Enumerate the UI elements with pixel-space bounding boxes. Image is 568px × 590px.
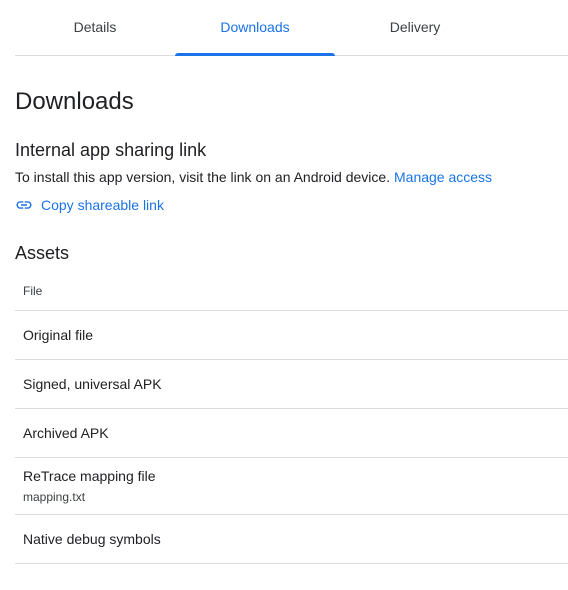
table-row-native-debug-symbols[interactable]: Native debug symbols: [15, 515, 568, 564]
copy-shareable-link-label: Copy shareable link: [41, 197, 164, 213]
tab-details[interactable]: Details: [15, 0, 175, 55]
row-name: ReTrace mapping file: [23, 468, 156, 484]
tab-delivery[interactable]: Delivery: [335, 0, 495, 55]
table-row-retrace-mapping-file[interactable]: ReTrace mapping file mapping.txt: [15, 458, 568, 515]
tab-downloads[interactable]: Downloads: [175, 0, 335, 56]
sharing-section-title: Internal app sharing link: [15, 140, 207, 160]
row-name: Archived APK: [23, 425, 109, 441]
tab-bar: Details Downloads Delivery: [15, 0, 568, 56]
row-name: Original file: [23, 327, 94, 343]
assets-table: File Original file Signed, universal APK…: [15, 272, 568, 564]
table-header-file: File: [15, 272, 568, 311]
table-row-signed-universal-apk[interactable]: Signed, universal APK: [15, 360, 568, 409]
row-filename: mapping.txt: [23, 490, 86, 504]
page-title: Downloads: [15, 88, 134, 115]
row-name: Signed, universal APK: [23, 376, 162, 392]
assets-section-title: Assets: [15, 243, 70, 263]
table-row-archived-apk[interactable]: Archived APK: [15, 409, 568, 458]
link-icon: [15, 196, 33, 214]
sharing-description: To install this app version, visit the l…: [15, 169, 391, 185]
copy-shareable-link-button[interactable]: Copy shareable link: [15, 196, 164, 214]
row-name: Native debug symbols: [23, 531, 161, 547]
table-row-original-file[interactable]: Original file: [15, 311, 568, 360]
manage-access-link[interactable]: Manage access: [394, 169, 492, 185]
sharing-description-line: To install this app version, visit the l…: [15, 169, 492, 185]
